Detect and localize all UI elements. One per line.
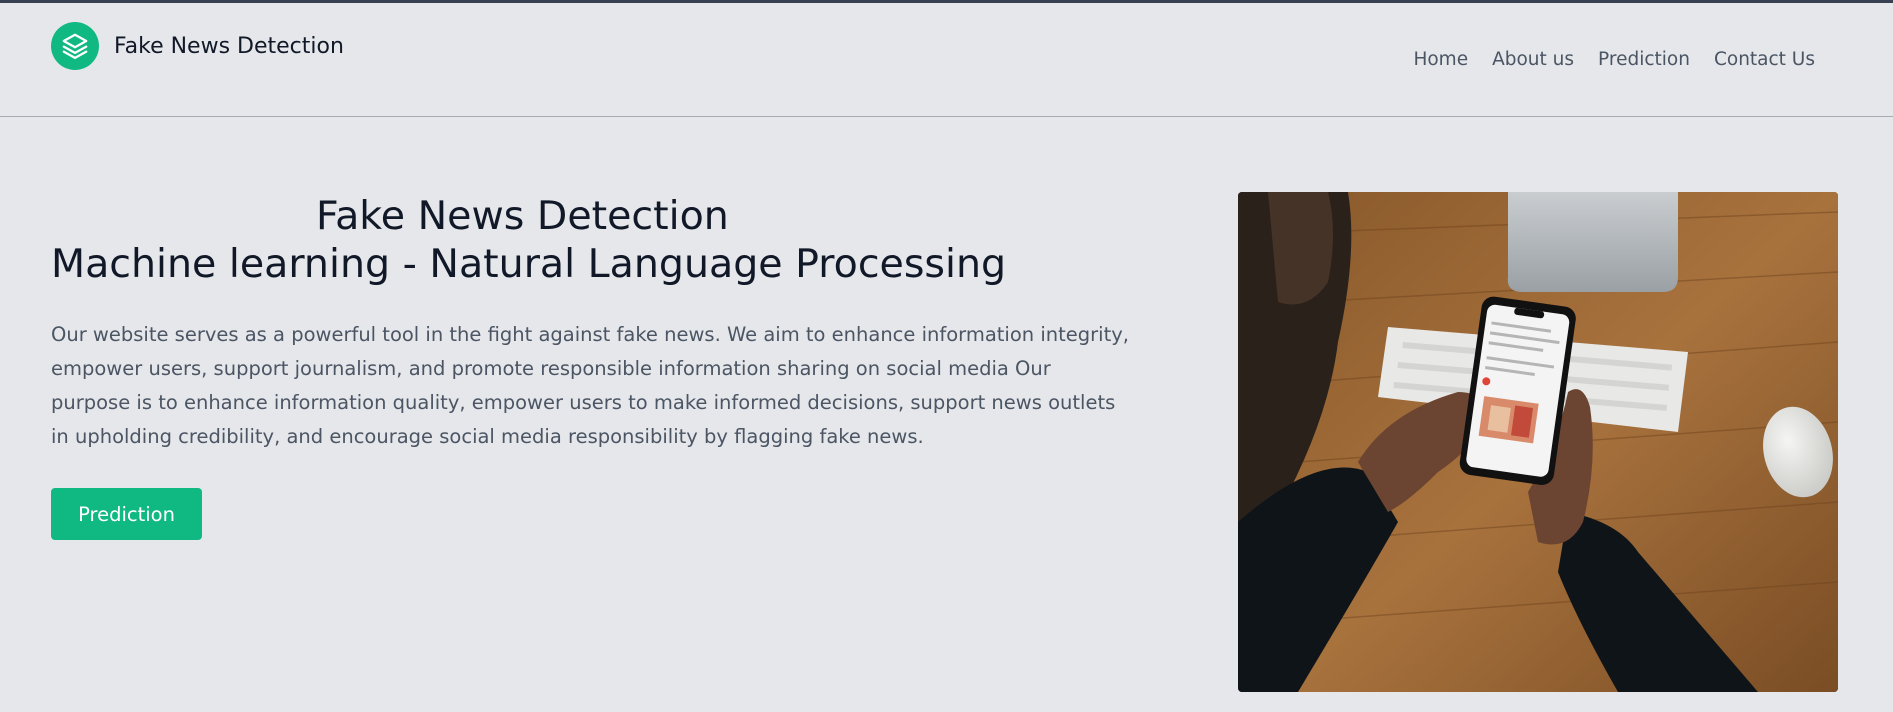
nav-prediction-link[interactable]: Prediction xyxy=(1598,49,1690,70)
main-nav: Home About us Prediction Contact Us xyxy=(1389,49,1815,70)
prediction-button[interactable]: Prediction xyxy=(51,488,202,540)
brand[interactable]: Fake News Detection xyxy=(51,22,344,70)
nav-home-link[interactable]: Home xyxy=(1413,49,1468,70)
brand-name: Fake News Detection xyxy=(114,33,344,59)
hero-title-line1: Fake News Detection xyxy=(316,193,729,239)
hero-description: Our website serves as a powerful tool in… xyxy=(51,323,1129,448)
hero-image xyxy=(1238,192,1838,692)
hero-section: Fake News Detection Machine learning - N… xyxy=(51,192,1151,454)
nav-contact-link[interactable]: Contact Us xyxy=(1714,49,1815,70)
hero-title: Fake News Detection Machine learning - N… xyxy=(51,192,1151,288)
site-header: Fake News Detection Home About us Predic… xyxy=(0,3,1893,117)
layers-icon xyxy=(51,22,99,70)
hero-title-line2: Machine learning - Natural Language Proc… xyxy=(51,241,1007,287)
nav-about-link[interactable]: About us xyxy=(1492,49,1574,70)
